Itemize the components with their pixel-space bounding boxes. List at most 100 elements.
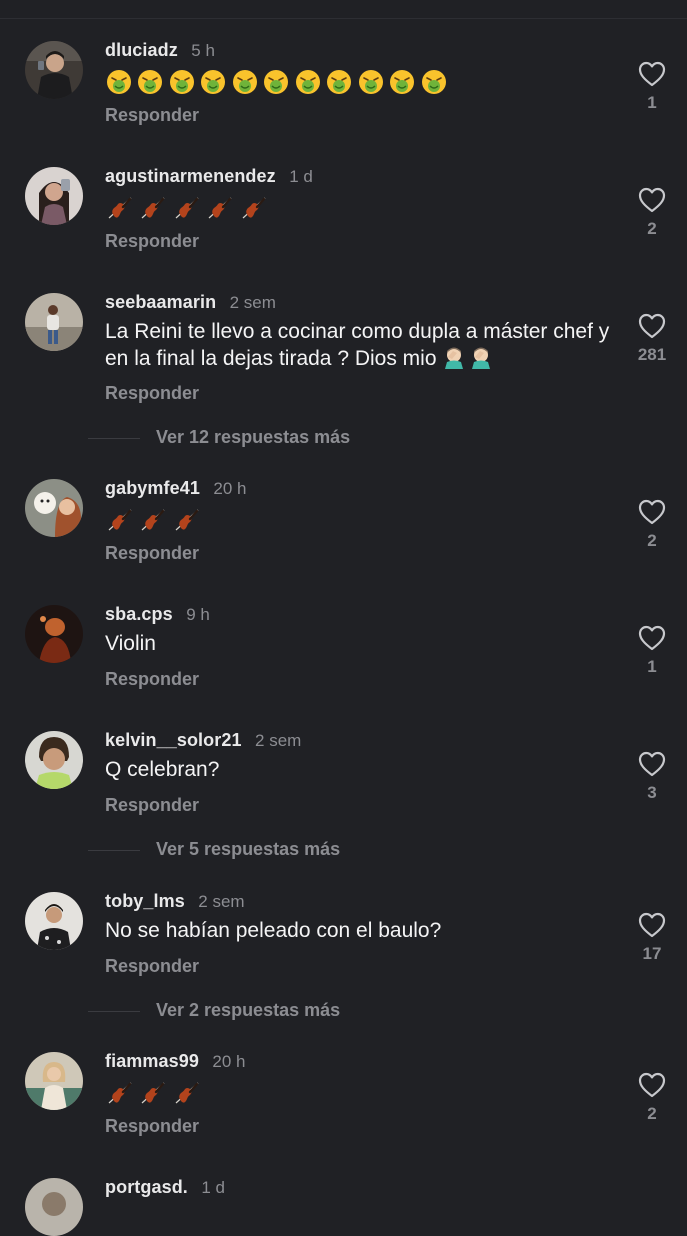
violin-icon xyxy=(108,197,132,219)
reply-button[interactable]: Responder xyxy=(105,956,199,977)
comment-text: Violin xyxy=(105,632,156,655)
reply-button[interactable]: Responder xyxy=(105,543,199,564)
timestamp: 1 d xyxy=(201,1178,225,1197)
comment-meta: gabymfe41 20 h xyxy=(105,477,247,501)
timestamp: 20 h xyxy=(213,479,247,498)
username[interactable]: kelvin__solor21 xyxy=(105,730,242,750)
avatar[interactable] xyxy=(25,479,83,537)
violin-icon xyxy=(175,197,199,219)
heart-icon xyxy=(638,313,666,339)
username[interactable]: portgasd. xyxy=(105,1177,188,1197)
timestamp: 2 sem xyxy=(198,892,245,911)
username[interactable]: toby_lms xyxy=(105,891,185,911)
violin-icon xyxy=(175,509,199,531)
username[interactable]: fiammas99 xyxy=(105,1051,199,1071)
violin-icon xyxy=(208,197,232,219)
username[interactable]: gabymfe41 xyxy=(105,478,200,498)
avatar[interactable] xyxy=(25,41,83,99)
view-more-replies[interactable]: Ver 2 respuestas más xyxy=(88,1000,648,1022)
comment-text-content: La Reini te llevo a cocinar como dupla a… xyxy=(105,320,610,370)
divider xyxy=(88,1011,140,1012)
nauseated-face-icon xyxy=(421,70,446,94)
violin-icon xyxy=(108,1082,132,1104)
like-button[interactable]: 3 xyxy=(626,751,678,803)
username[interactable]: dluciadz xyxy=(105,40,178,60)
avatar[interactable] xyxy=(25,731,83,789)
like-button[interactable]: 281 xyxy=(626,313,678,365)
heart-icon xyxy=(638,912,666,938)
comment-emojis xyxy=(106,195,269,223)
like-count: 2 xyxy=(647,1104,657,1123)
view-more-replies[interactable]: Ver 5 respuestas más xyxy=(88,839,648,861)
reply-button[interactable]: Responder xyxy=(105,1116,199,1137)
timestamp: 5 h xyxy=(191,41,215,60)
comment-emojis xyxy=(106,69,448,97)
violin-icon xyxy=(142,509,165,531)
username[interactable]: seebaamarin xyxy=(105,292,216,312)
avatar[interactable] xyxy=(25,1052,83,1110)
heart-icon xyxy=(638,1072,666,1098)
avatar[interactable] xyxy=(25,605,83,663)
view-more-replies-label: Ver 12 respuestas más xyxy=(156,427,351,447)
like-button[interactable]: 2 xyxy=(626,499,678,551)
timestamp: 2 sem xyxy=(255,731,302,750)
violin-icon xyxy=(142,197,165,219)
avatar[interactable] xyxy=(25,167,83,225)
nauseated-face-icon xyxy=(264,70,289,94)
nauseated-face-icon xyxy=(358,70,383,94)
heart-icon xyxy=(638,499,666,525)
reply-button[interactable]: Responder xyxy=(105,231,199,252)
like-count: 17 xyxy=(642,944,662,963)
comment-meta: toby_lms 2 sem xyxy=(105,890,245,914)
reply-button[interactable]: Responder xyxy=(105,669,199,690)
violin-icon xyxy=(108,509,132,531)
like-count: 281 xyxy=(637,345,667,364)
violin-icon xyxy=(242,197,266,219)
avatar[interactable] xyxy=(25,293,83,351)
timestamp: 9 h xyxy=(186,605,210,624)
nauseated-face-icon xyxy=(201,70,226,94)
like-button[interactable]: 1 xyxy=(626,61,678,113)
reply-button[interactable]: Responder xyxy=(105,105,199,126)
like-button[interactable]: 1 xyxy=(626,625,678,677)
nauseated-face-icon xyxy=(107,70,131,94)
man-facepalming-icon xyxy=(443,345,495,376)
reply-button[interactable]: Responder xyxy=(105,795,199,816)
like-count: 2 xyxy=(647,531,657,550)
username[interactable]: sba.cps xyxy=(105,604,173,624)
comment-meta: dluciadz 5 h xyxy=(105,39,215,63)
username[interactable]: agustinarmenendez xyxy=(105,166,276,186)
like-count: 1 xyxy=(647,657,657,676)
comment-emojis xyxy=(106,1080,202,1108)
timestamp: 20 h xyxy=(212,1052,246,1071)
comment-text: La Reini te llevo a cocinar como dupla a… xyxy=(105,319,615,376)
nauseated-face-icon xyxy=(169,70,194,94)
top-divider xyxy=(0,18,687,19)
reply-button[interactable]: Responder xyxy=(105,383,199,404)
violin-icon xyxy=(175,1082,199,1104)
like-count: 1 xyxy=(647,93,657,112)
comment-meta: seebaamarin 2 sem xyxy=(105,291,276,315)
comment-emojis xyxy=(106,507,202,535)
view-more-replies-label: Ver 2 respuestas más xyxy=(156,1000,341,1020)
nauseated-face-icon xyxy=(327,70,352,94)
like-button[interactable]: 17 xyxy=(626,912,678,964)
comment-meta: agustinarmenendez 1 d xyxy=(105,165,313,189)
avatar[interactable] xyxy=(25,1178,83,1236)
view-more-replies[interactable]: Ver 12 respuestas más xyxy=(88,427,648,449)
nauseated-face-icon xyxy=(390,70,415,94)
comment-meta: portgasd. 1 d xyxy=(105,1176,225,1200)
nauseated-face-icon xyxy=(295,70,320,94)
avatar[interactable] xyxy=(25,892,83,950)
view-more-replies-label: Ver 5 respuestas más xyxy=(156,839,341,859)
comment-text: Q celebran? xyxy=(105,758,220,781)
timestamp: 2 sem xyxy=(229,293,276,312)
divider xyxy=(88,438,140,439)
comment-meta: fiammas99 20 h xyxy=(105,1050,246,1074)
nauseated-face-icon xyxy=(138,70,163,94)
like-button[interactable]: 2 xyxy=(626,1072,678,1124)
violin-icon xyxy=(142,1082,165,1104)
heart-icon xyxy=(638,625,666,651)
comment-text: No se habían peleado con el baulo? xyxy=(105,919,442,942)
like-button[interactable]: 2 xyxy=(626,187,678,239)
